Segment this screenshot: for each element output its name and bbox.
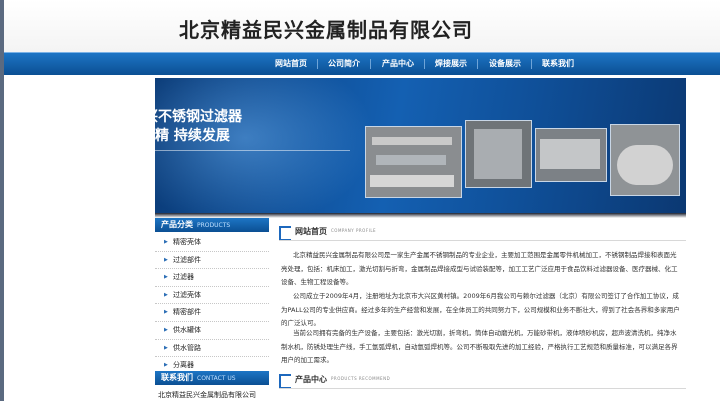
category-item[interactable]: ▶ 精密壳体 [155, 234, 269, 252]
main-nav: 网站首页 公司简介 产品中心 焊接展示 设备展示 联系我们 [4, 52, 720, 75]
category-label: 过滤部件 [173, 255, 201, 264]
site-title: 北京精益民兴金属制品有限公司 [179, 18, 473, 42]
contact-title: 联系我们 [161, 373, 193, 382]
category-label: 过滤器 [173, 273, 194, 282]
banner-product-photo [535, 128, 607, 182]
products-section-en: PRODUCTS RECOMMEND [331, 376, 391, 381]
bullet-icon: ▶ [164, 274, 168, 281]
category-label: 供水管路 [173, 343, 201, 352]
profile-paragraph: 当前公司拥有完备的生产设备，主要包括：激光切割，折弯机，筒体自动磨光机，万能砂带… [281, 329, 678, 364]
banner-slogan: 精益求精 持续发展 [113, 128, 230, 144]
category-label: 精密壳体 [173, 238, 201, 246]
banner-product-photo [365, 126, 462, 198]
nav-item-about[interactable]: 公司简介 [328, 53, 360, 75]
category-label: 精密部件 [173, 308, 201, 317]
category-item[interactable]: ▶ 供水管路 [155, 340, 269, 358]
contact-company-name: 北京精益民兴金属制品有限公司 [158, 391, 256, 399]
nav-item-products[interactable]: 产品中心 [382, 53, 414, 75]
nav-separator [424, 59, 425, 69]
section-c-icon [279, 226, 291, 241]
category-item[interactable]: ▶ 供水罐体 [155, 322, 269, 340]
hero-banner[interactable]: 1 2 [155, 78, 686, 213]
nav-separator [317, 59, 318, 69]
nav-separator [477, 59, 478, 69]
bullet-icon: ▶ [164, 344, 168, 351]
banner-divider [115, 150, 350, 151]
category-label: 分离器 [173, 361, 194, 370]
bullet-icon: ▶ [164, 256, 168, 263]
category-label: 过滤壳体 [173, 290, 201, 299]
section-rule [279, 388, 686, 389]
products-category-title: 产品分类 [161, 220, 193, 229]
profile-section-en: COMPANY PROFILE [331, 228, 377, 233]
profile-paragraph: 公司成立于2009年4月，注册地址为北京市大兴区黄村镇。2009年6月我公司与赖… [281, 292, 680, 327]
site-header: 北京精益民兴金属制品有限公司 [4, 0, 720, 52]
nav-item-equipment[interactable]: 设备展示 [489, 53, 521, 75]
products-category-header: 产品分类 PRODUCTS [155, 218, 269, 232]
bullet-icon: ▶ [164, 239, 168, 245]
bullet-icon: ▶ [164, 309, 168, 316]
category-label: 供水罐体 [173, 325, 201, 334]
nav-item-welding[interactable]: 焊接展示 [435, 53, 467, 75]
section-rule [279, 240, 686, 241]
banner-product-photo [610, 124, 680, 196]
products-section-title: 产品中心 [295, 375, 327, 384]
banner-headline: 精益民兴不锈钢过滤器 [102, 109, 242, 125]
category-item[interactable]: ▶ 过滤器 [155, 269, 269, 287]
product-category-list: ▶ 精密壳体 ▶ 过滤部件 ▶ 过滤器 ▶ 过滤壳体 ▶ 精密部件 ▶ 供水罐体 ▶ 供水管路… [155, 234, 269, 375]
bullet-icon: ▶ [164, 291, 168, 298]
category-item[interactable]: ▶ 过滤壳体 [155, 287, 269, 305]
products-category-subtitle: PRODUCTS [197, 222, 231, 229]
contact-header: 联系我们 CONTACT US [155, 371, 269, 385]
profile-paragraph: 北京精益民兴金属制品有限公司是一家生产金属不锈钢制品的专业企业，主要加工范围是金… [281, 251, 678, 286]
category-item[interactable]: ▶ 精密部件 [155, 304, 269, 322]
category-item[interactable]: ▶ 过滤部件 [155, 252, 269, 270]
nav-separator [531, 59, 532, 69]
nav-item-home[interactable]: 网站首页 [275, 53, 307, 75]
section-p-icon [279, 374, 291, 389]
banner-glow [155, 78, 375, 213]
profile-section-title: 网站首页 [295, 227, 327, 236]
banner-product-photo [465, 120, 532, 188]
bullet-icon: ▶ [164, 326, 168, 333]
contact-subtitle: CONTACT US [197, 375, 236, 382]
nav-separator [370, 59, 371, 69]
nav-item-contact[interactable]: 联系我们 [542, 53, 574, 75]
